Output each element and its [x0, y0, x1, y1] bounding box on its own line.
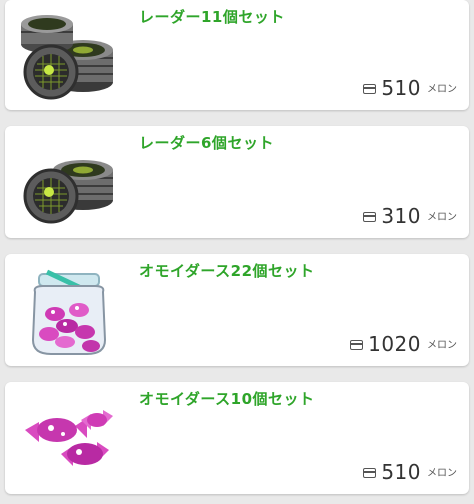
price-unit: メロン	[427, 340, 457, 351]
item-price: 510 メロン	[363, 462, 457, 482]
shop-item-card[interactable]: レーダー11個セット 510 メロン	[5, 0, 469, 110]
shop-item-list: レーダー11個セット 510 メロン レーダー6個セット 310 メロン オモイ…	[0, 0, 474, 504]
item-price: 510 メロン	[363, 78, 457, 98]
item-price: 1020 メロン	[350, 334, 457, 354]
radar-stack-icon	[21, 15, 113, 100]
candy-jar-icon	[31, 269, 107, 355]
candy-icon	[25, 410, 113, 466]
price-unit: メロン	[427, 212, 457, 223]
shop-item-card[interactable]: レーダー6個セット 310 メロン	[5, 126, 469, 238]
price-unit: メロン	[427, 84, 457, 95]
price-amount: 510	[381, 76, 421, 100]
item-title: オモイダース10個セット	[139, 390, 315, 408]
item-title: レーダー6個セット	[139, 134, 274, 152]
price-amount: 510	[381, 460, 421, 484]
item-price: 310 メロン	[363, 206, 457, 226]
credit-card-icon	[363, 212, 377, 222]
price-amount: 310	[381, 204, 421, 228]
shop-item-card[interactable]: オモイダース22個セット 1020 メロン	[5, 254, 469, 366]
price-amount: 1020	[368, 332, 421, 356]
credit-card-icon	[363, 468, 377, 478]
credit-card-icon	[363, 84, 377, 94]
radar-stack-icon	[23, 160, 113, 224]
item-title: レーダー11個セット	[139, 8, 285, 26]
item-title: オモイダース22個セット	[139, 262, 315, 280]
price-unit: メロン	[427, 468, 457, 479]
credit-card-icon	[350, 340, 364, 350]
shop-item-card[interactable]: オモイダース10個セット 510 メロン	[5, 382, 469, 494]
